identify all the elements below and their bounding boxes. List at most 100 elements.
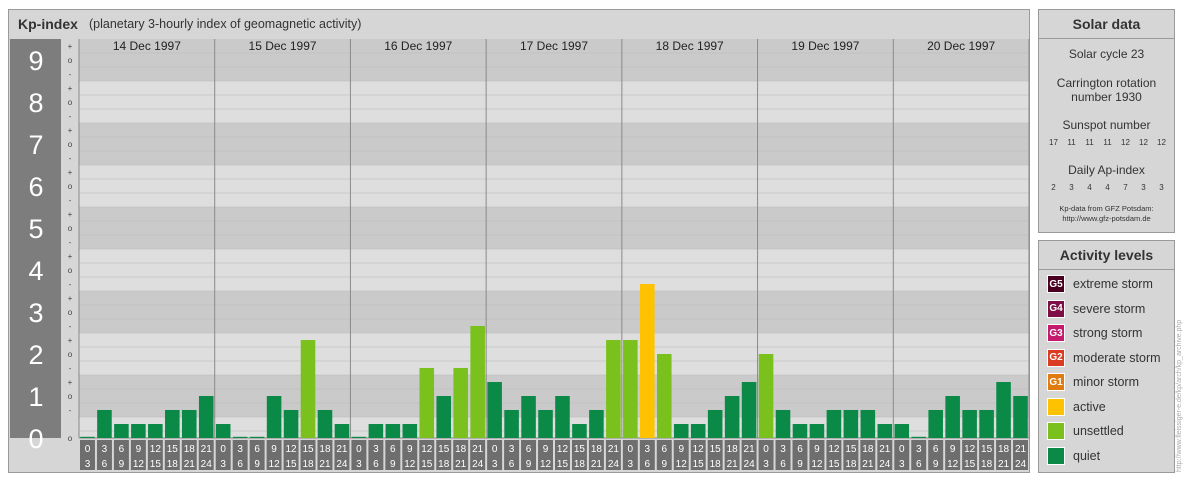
interval-start-label: 12 <box>964 444 976 455</box>
interval-start-label: 3 <box>102 444 108 455</box>
kp-bar <box>741 382 757 438</box>
interval-start-label: 15 <box>302 444 314 455</box>
interval-start-label: 3 <box>780 444 786 455</box>
ap-index-value: 7 <box>1123 183 1128 192</box>
y-tick-label: 0 <box>28 424 43 454</box>
activity-level-label: quiet <box>1073 448 1101 463</box>
interval-end-label: 3 <box>763 459 769 470</box>
sunspot-value: 12 <box>1157 138 1166 147</box>
interval-end-label: 24 <box>472 459 484 470</box>
y-minor-tick-label: + <box>68 378 73 387</box>
solar-cycle: Solar cycle 23 <box>1068 47 1145 61</box>
interval-start-label: 18 <box>727 444 739 455</box>
activity-level-swatch: G3 <box>1047 324 1065 342</box>
interval-start-label: 15 <box>167 444 179 455</box>
activity-level-swatch: G4 <box>1047 299 1065 318</box>
kp-bar <box>911 436 927 438</box>
activity-level-label: extreme storm <box>1073 277 1153 291</box>
ap-index-value: 3 <box>1159 183 1164 192</box>
interval-end-label: 15 <box>150 459 162 470</box>
interval-end-label: 3 <box>492 459 498 470</box>
interval-start-label: 18 <box>591 444 603 455</box>
credit-link[interactable]: http://www.gfz-potsdam.de <box>1039 214 1174 224</box>
kp-band <box>79 207 1029 249</box>
interval-end-label: 6 <box>373 459 379 470</box>
kp-band <box>79 291 1029 333</box>
y-minor-tick-label: - <box>69 238 72 247</box>
kp-bar <box>928 409 943 438</box>
interval-end-label: 9 <box>526 459 532 470</box>
activity-level-label: severe storm <box>1073 301 1146 316</box>
interval-end-label: 9 <box>254 459 260 470</box>
day-label: 15 Dec 1997 <box>249 39 317 53</box>
interval-start-label: 9 <box>407 444 413 455</box>
interval-start-label: 18 <box>319 444 331 455</box>
interval-start-label: 9 <box>543 444 549 455</box>
y-minor-tick-label: + <box>68 294 73 303</box>
interval-start-label: 0 <box>899 444 905 455</box>
kp-bar <box>317 409 333 438</box>
kp-bar <box>877 424 893 438</box>
y-minor-tick-label: - <box>69 112 72 121</box>
interval-start-label: 6 <box>526 444 532 455</box>
kp-bar <box>351 436 367 438</box>
solar-data-title: Solar data <box>1039 10 1174 39</box>
sunspot-value: 12 <box>1121 138 1130 147</box>
credit-line: Kp-data from GFZ Potsdam: <box>1059 204 1154 213</box>
activity-levels-title: Activity levels <box>1039 241 1174 270</box>
ap-index-value: 3 <box>1069 183 1074 192</box>
y-minor-tick-label: - <box>69 154 72 163</box>
interval-start-label: 0 <box>220 444 226 455</box>
interval-end-label: 15 <box>421 459 433 470</box>
kp-band <box>79 333 1029 375</box>
y-tick-label: 5 <box>28 214 43 244</box>
kp-bar <box>215 424 231 438</box>
interval-end-label: 12 <box>269 459 281 470</box>
interval-end-label: 21 <box>862 459 874 470</box>
kp-bar <box>368 424 384 438</box>
interval-start-label: 21 <box>201 444 213 455</box>
interval-end-label: 15 <box>964 459 976 470</box>
interval-start-label: 12 <box>557 444 569 455</box>
interval-start-label: 18 <box>862 444 874 455</box>
interval-end-label: 24 <box>336 459 348 470</box>
sunspot-value: 11 <box>1085 138 1094 147</box>
kp-bar <box>758 354 774 438</box>
interval-start-label: 21 <box>472 444 484 455</box>
interval-end-label: 12 <box>811 459 823 470</box>
ap-index-value: 2 <box>1051 183 1056 192</box>
carrington-number: number 1930 <box>1071 90 1142 104</box>
activity-level-swatch <box>1047 422 1065 440</box>
kp-bar <box>266 396 282 438</box>
kp-bar <box>521 396 536 438</box>
kp-bar <box>97 409 112 438</box>
interval-start-label: 9 <box>136 444 142 455</box>
y-minor-tick-label: - <box>69 322 72 331</box>
activity-level-swatch: G2 <box>1047 348 1065 367</box>
sunspot-value: 17 <box>1049 138 1058 147</box>
kp-bar <box>419 367 435 438</box>
kp-bar <box>300 340 316 438</box>
sunspot-label: Sunspot number <box>1062 118 1151 132</box>
interval-start-label: 3 <box>645 444 651 455</box>
kp-bar <box>131 424 146 438</box>
activity-level-label: minor storm <box>1073 375 1139 389</box>
ap-index-value: 4 <box>1105 183 1110 192</box>
kp-bar <box>114 424 129 438</box>
interval-end-label: 3 <box>628 459 634 470</box>
kp-bar <box>80 436 95 438</box>
interval-start-label: 21 <box>608 444 620 455</box>
kp-bar <box>572 424 587 438</box>
activity-level-swatch <box>1047 397 1065 416</box>
y-tick-label: 7 <box>28 130 43 160</box>
interval-end-label: 18 <box>167 459 179 470</box>
interval-end-label: 6 <box>237 459 243 470</box>
activity-level-label: strong storm <box>1073 326 1143 340</box>
y-minor-tick-label: o <box>68 434 73 443</box>
day-label: 18 Dec 1997 <box>656 39 724 53</box>
interval-end-label: 9 <box>661 459 667 470</box>
interval-start-label: 21 <box>1015 444 1027 455</box>
interval-start-label: 0 <box>763 444 769 455</box>
activity-level-row: active <box>1047 397 1172 416</box>
y-minor-tick-label: + <box>68 252 73 261</box>
